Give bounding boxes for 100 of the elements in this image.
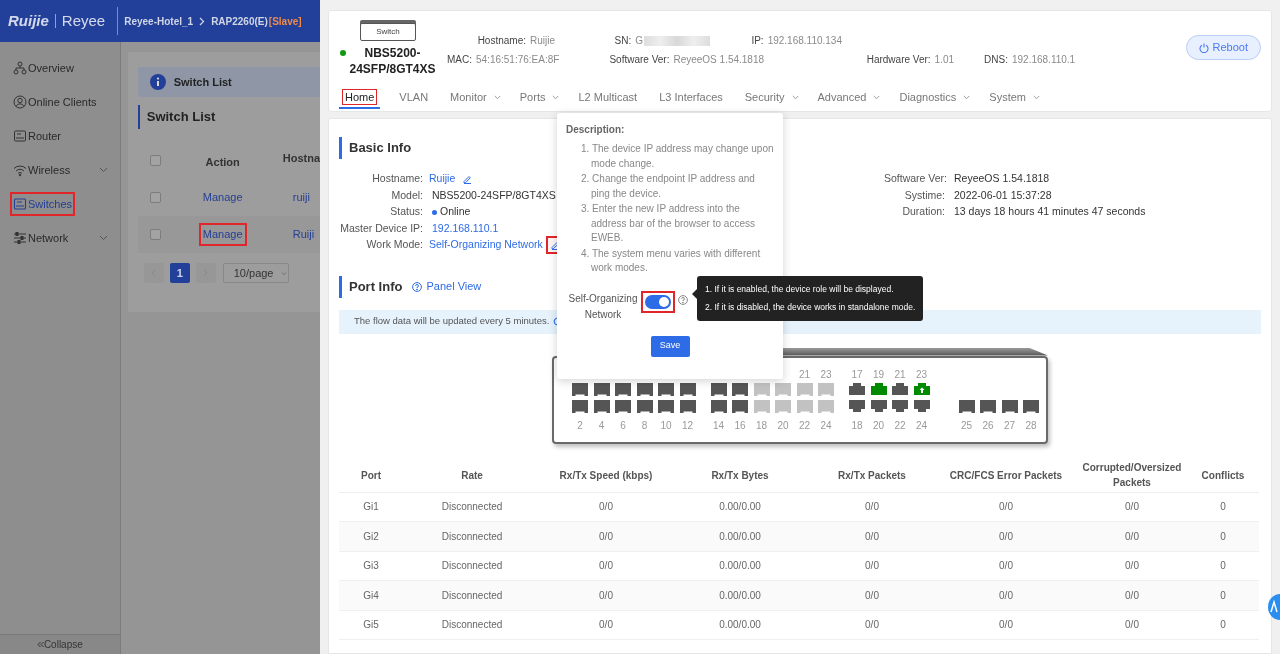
column-header: CRC/FCS Error Packets (948, 468, 1064, 483)
nav-tab[interactable]: Ports (516, 87, 560, 109)
breadcrumb-item[interactable]: Reyee-Hotel_1 (124, 13, 194, 29)
field-value: 1.01 (934, 53, 955, 67)
collapse-button[interactable]: Collapse (0, 634, 120, 654)
port-number: 25 (959, 419, 974, 432)
sidebar-item[interactable]: Network (10, 225, 72, 251)
port-number: 21 (797, 368, 812, 381)
port-number: 19 (871, 368, 886, 381)
field-label: Software Ver: (884, 171, 949, 187)
chevron-down-icon (1033, 94, 1040, 100)
nav-tab[interactable]: Security (741, 87, 799, 109)
chevron-down-icon[interactable] (98, 235, 108, 241)
chevron-down-icon (493, 94, 501, 100)
sidebar-item[interactable]: Switches (10, 191, 76, 217)
port-number: 26 (981, 419, 995, 432)
hostname-link[interactable]: Ruiji (292, 226, 315, 243)
port-number: 28 (1024, 419, 1038, 432)
field-label: Hostname: (477, 34, 526, 48)
logo-text: Ruijie (8, 10, 49, 31)
table-cell-text: 0/0 (864, 588, 880, 603)
field-label: Model: (390, 187, 424, 203)
description-step: 2. Change the endpoint IP address and ping the device. (581, 172, 774, 201)
help-icon (412, 281, 423, 292)
hostname-link[interactable]: ruiji (292, 189, 310, 206)
sidebar-item[interactable]: Wireless (10, 157, 74, 183)
help-icon[interactable] (678, 294, 688, 305)
field-value: 192.168.110.1 (1011, 53, 1076, 67)
checkbox[interactable] (149, 154, 161, 166)
page-size-select[interactable]: 10/page (222, 263, 289, 283)
table-cell-text: 0/0 (598, 500, 614, 515)
nav-tab[interactable]: System (986, 87, 1040, 109)
panel-view-link[interactable]: Panel View (412, 278, 482, 295)
nav-tab[interactable]: L2 Multicast (575, 87, 641, 109)
table-cell-text: 0 (1219, 618, 1227, 633)
switch-device-icon: Switch (360, 23, 416, 41)
info-icon (149, 74, 166, 90)
chevron-down-icon (552, 94, 560, 100)
tooltip-text: 2. If it is disabled, the device works in standalone mode. (705, 300, 916, 314)
table-cell-text: 0 (1219, 500, 1227, 515)
description-step: 1. The device IP address may change upon mode change. (581, 142, 774, 171)
sidebar-item[interactable]: Overview (10, 55, 77, 81)
chevron-down-icon[interactable] (98, 167, 108, 173)
banner-text: Switch List (173, 74, 232, 90)
field-link[interactable]: Ruijie (429, 171, 456, 188)
table-cell-text: 0/0 (864, 559, 880, 574)
table-cell-text: 0/0 (864, 500, 880, 515)
port-number: 4 (597, 419, 606, 432)
manage-link[interactable]: Manage (198, 186, 247, 209)
field-value: 54:16:51:76:EA:8F (476, 53, 560, 67)
sidebar-item[interactable]: Router (10, 123, 65, 149)
tooltip-text: 1. If it is enabled, the device role will be displayed. (705, 283, 895, 296)
field-value: Ruijie (530, 34, 555, 48)
table-cell-text: Gi5 (362, 618, 380, 633)
checkbox[interactable] (149, 192, 161, 203)
sidebar-item[interactable]: Online Clients (10, 89, 100, 115)
nav-tab[interactable]: Monitor (447, 87, 501, 109)
breadcrumb-item[interactable]: RAP2260(E) (211, 13, 268, 29)
field-label: Master Device IP: (339, 220, 424, 236)
port-number: 22 (893, 419, 907, 432)
table-cell-text: 0/0 (598, 529, 614, 544)
port-number: 27 (1002, 419, 1017, 432)
nav-tab[interactable]: VLAN (396, 87, 432, 109)
field-label: Work Mode: (365, 237, 424, 253)
chevron-down-icon (281, 270, 288, 276)
table-cell-text: 0.00/0.00 (718, 588, 762, 603)
column-header: Corrupted/Oversized Packets (1081, 461, 1183, 490)
field-value: G (635, 34, 643, 48)
reboot-button[interactable]: Reboot (1185, 35, 1261, 60)
save-button[interactable]: Save (650, 335, 690, 357)
port-number: 18 (754, 419, 769, 432)
nav-tab[interactable]: L3 Interfaces (656, 87, 726, 109)
port-number: 20 (776, 419, 790, 432)
port-number: 14 (711, 419, 726, 432)
port-number: 2 (576, 419, 584, 432)
toggle-switch[interactable] (641, 290, 675, 313)
manage-link[interactable]: Manage (198, 223, 247, 246)
nav-tab[interactable]: Advanced (814, 87, 881, 109)
field-label: Status: (389, 204, 424, 220)
role-tag: [Slave] (268, 13, 302, 29)
assistant-icon[interactable] (1266, 592, 1280, 622)
column-header: Conflicts (1200, 468, 1246, 483)
user-icon (13, 95, 27, 109)
field-value: 2022-06-01 15:37:28 (954, 187, 1052, 203)
checkbox[interactable] (149, 229, 161, 240)
field-link[interactable]: 192.168.110.1 (432, 220, 499, 237)
page-button[interactable]: 1 (169, 263, 190, 283)
field-value: NBS5200-24SFP/8GT4XS (432, 187, 556, 203)
table-cell-text: 0.00/0.00 (718, 618, 762, 633)
field-value: ReyeeOS 1.54.1818 (673, 53, 765, 67)
table-cell-text: 0.00/0.00 (718, 559, 762, 574)
table-cell-text: Gi1 (362, 500, 380, 515)
field-link[interactable]: Self-Organizing Network (429, 237, 543, 254)
table-cell-text: 0.00/0.00 (718, 529, 762, 544)
field-label: Hardware Ver: (866, 53, 931, 67)
column-header: Hostna (282, 150, 320, 166)
field-label: DNS: (984, 53, 1008, 67)
port-number: 23 (914, 368, 929, 381)
nav-tab[interactable]: Diagnostics (896, 87, 971, 109)
sliders-icon (13, 231, 27, 245)
